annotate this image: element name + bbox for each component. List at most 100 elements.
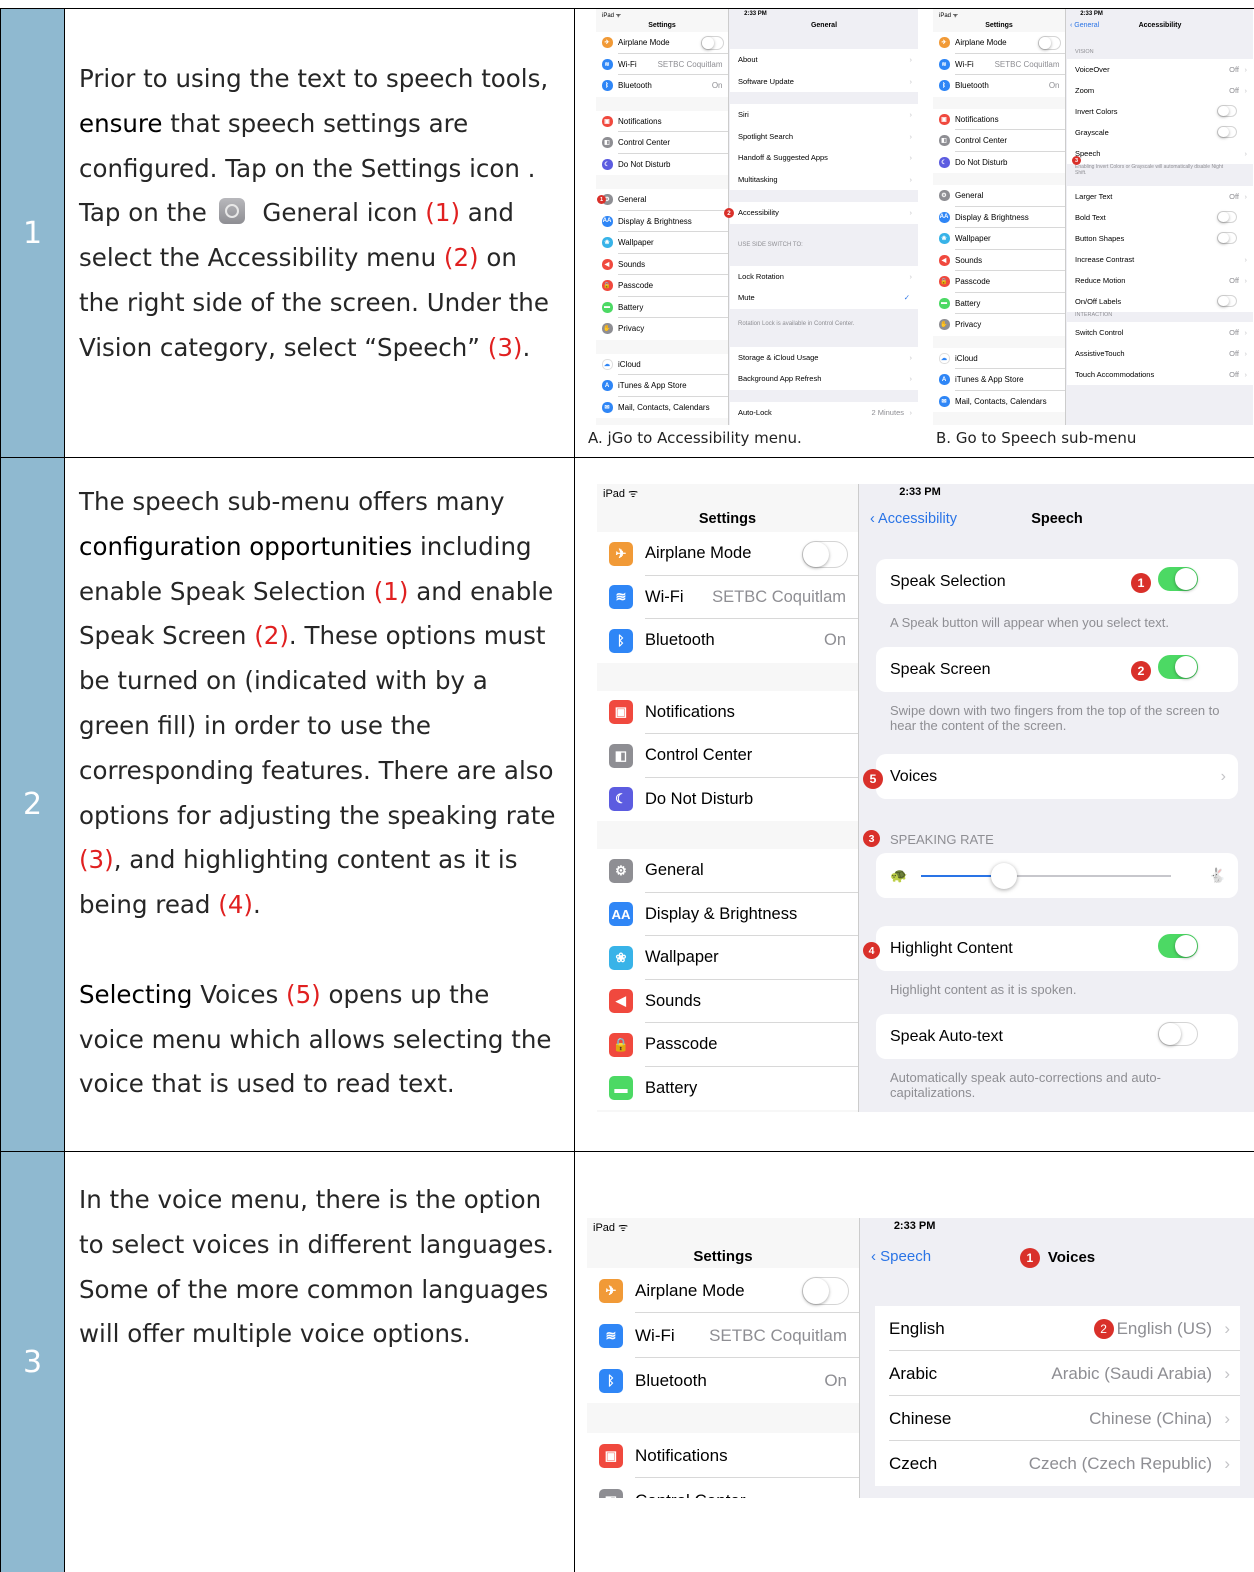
sidebar-item-bluetooth[interactable]: ᛒ Bluetooth On	[933, 75, 1065, 97]
menu-item-restrictions[interactable]: RestrictionsOn›	[730, 423, 918, 425]
voices-row[interactable]: Voices ›	[876, 754, 1238, 799]
back-button[interactable]: ‹ General	[1070, 22, 1099, 29]
sidebar-item-wi-fi[interactable]: ≋ Wi-Fi SETBC Coquitlam	[933, 53, 1065, 75]
menu-item-increase-contrast[interactable]: Increase Contrast ›	[1067, 249, 1253, 270]
sidebar-item-mail-contacts-calendars[interactable]: ✉ Mail, Contacts, Calendars	[933, 390, 1065, 412]
sidebar-item-battery[interactable]: ▬ Battery	[933, 292, 1065, 314]
sidebar-item-wi-fi[interactable]: ≋ Wi-Fi SETBC Coquitlam	[597, 575, 858, 619]
highlight-content-toggle[interactable]	[1158, 934, 1198, 958]
menu-item-larger-text[interactable]: Larger Text Off ›	[1067, 186, 1253, 207]
menu-item-handoff-suggested-apps[interactable]: Handoff & Suggested Apps ›	[730, 147, 918, 169]
sidebar-item-control-center[interactable]: ◧ Control Center	[596, 132, 728, 154]
language-row-english[interactable]: English 2 English (US) ›	[875, 1306, 1240, 1351]
button-shapes-toggle[interactable]	[1217, 232, 1237, 244]
sidebar-item-control-center[interactable]: ◧ Control Center	[597, 734, 858, 778]
sidebar-item-airplane-mode[interactable]: ✈ Airplane Mode	[587, 1268, 859, 1313]
menu-item-siri[interactable]: Siri ›	[730, 104, 918, 126]
on-off-labels-toggle[interactable]	[1217, 295, 1237, 307]
invert-colors-toggle[interactable]	[1217, 105, 1237, 117]
menu-item-invert-colors[interactable]: Invert Colors	[1067, 101, 1253, 122]
speak-selection-toggle[interactable]	[1158, 567, 1198, 591]
sidebar-item-passcode[interactable]: 🔒 Passcode	[597, 1023, 858, 1067]
menu-item-reduce-motion[interactable]: Reduce Motion Off ›	[1067, 270, 1253, 291]
menu-item-on-off-labels[interactable]: On/Off Labels	[1067, 291, 1253, 312]
sidebar-item-display-brightness[interactable]: AA Display & Brightness	[933, 206, 1065, 228]
sidebar-item-do-not-disturb[interactable]: ☾ Do Not Disturb	[596, 153, 728, 175]
sidebar-item-wallpaper[interactable]: ❀ Wallpaper	[596, 232, 728, 254]
menu-item-mute[interactable]: Mute ✓	[730, 287, 918, 309]
slider-thumb[interactable]	[991, 863, 1017, 889]
menu-item-background-app-refresh[interactable]: Background App Refresh ›	[730, 368, 918, 390]
language-row-arabic[interactable]: Arabic Arabic (Saudi Arabia) ›	[875, 1351, 1240, 1396]
menu-item-grayscale[interactable]: Grayscale	[1067, 122, 1253, 143]
sidebar-item-wi-fi[interactable]: ≋ Wi-Fi SETBC Coquitlam	[587, 1313, 859, 1358]
sidebar-item-notifications[interactable]: ▣ Notifications	[597, 690, 858, 734]
speaking-rate-slider-row[interactable]: 🐢 🐇	[876, 853, 1238, 898]
airplane-mode-toggle[interactable]	[802, 540, 849, 569]
sidebar-item-sounds[interactable]: ◀ Sounds	[596, 253, 728, 275]
speak-auto-text-toggle[interactable]	[1158, 1022, 1198, 1046]
sidebar-item-general[interactable]: ⚙ General	[596, 189, 728, 211]
sidebar-item-battery[interactable]: ▬ Battery	[597, 1066, 858, 1110]
sidebar-item-itunes-app-store[interactable]: AiTunes & App Store	[596, 375, 728, 397]
sidebar-item-display-brightness[interactable]: AA Display & Brightness	[597, 892, 858, 936]
menu-item-voiceover[interactable]: VoiceOver Off ›	[1067, 59, 1253, 80]
sidebar-item-icloud[interactable]: ☁ iCloud	[933, 347, 1065, 369]
sidebar-item-mail-contacts-calendars[interactable]: ✉ Mail, Contacts, Calendars	[596, 396, 728, 418]
menu-item-software-update[interactable]: Software Update ›	[730, 70, 918, 92]
language-row-czech[interactable]: Czech Czech (Czech Republic) ›	[875, 1441, 1240, 1486]
grayscale-toggle[interactable]	[1217, 126, 1237, 138]
menu-item-zoom[interactable]: Zoom Off ›	[1067, 80, 1253, 101]
menu-item-storage-icloud-usage[interactable]: Storage & iCloud Usage ›	[730, 346, 918, 368]
sidebar-item-general[interactable]: ⚙ General	[933, 185, 1065, 207]
sidebar-item-airplane-mode[interactable]: ✈ Airplane Mode	[596, 32, 728, 54]
sidebar-item-notifications[interactable]: ▣ Notifications	[587, 1433, 859, 1478]
speak-auto-text-row[interactable]: Speak Auto-text	[876, 1014, 1238, 1059]
highlight-content-row[interactable]: Highlight Content	[876, 926, 1238, 971]
sidebar-item-privacy[interactable]: ✋ Privacy	[933, 314, 1065, 336]
menu-item-multitasking[interactable]: Multitasking ›	[730, 168, 918, 190]
menu-item-assistivetouch[interactable]: AssistiveTouch Off ›	[1067, 343, 1253, 364]
back-button[interactable]: ‹ Speech	[871, 1248, 931, 1265]
menu-item-auto-lock[interactable]: Auto-Lock 2 Minutes ›	[730, 401, 918, 423]
sidebar-item-notifications[interactable]: ▣ Notifications	[596, 110, 728, 132]
menu-item-about[interactable]: About ›	[730, 49, 918, 71]
sidebar-item-wi-fi[interactable]: ≋ Wi-Fi SETBC Coquitlam	[596, 53, 728, 75]
menu-item-speech[interactable]: Speech ›	[1067, 143, 1253, 164]
menu-item-button-shapes[interactable]: Button Shapes	[1067, 228, 1253, 249]
sidebar-item-wallpaper[interactable]: ❀ Wallpaper	[933, 228, 1065, 250]
sidebar-item-sounds[interactable]: ◀ Sounds	[933, 249, 1065, 271]
sidebar-item-passcode[interactable]: 🔒 Passcode	[596, 275, 728, 297]
speak-screen-row[interactable]: Speak Screen	[876, 647, 1238, 692]
speak-screen-toggle[interactable]	[1158, 655, 1198, 679]
sidebar-item-itunes-app-store[interactable]: AiTunes & App Store	[933, 369, 1065, 391]
language-row-chinese[interactable]: Chinese Chinese (China) ›	[875, 1396, 1240, 1441]
sidebar-item-airplane-mode[interactable]: ✈ Airplane Mode	[933, 32, 1065, 54]
sidebar-item-battery[interactable]: ▬ Battery	[596, 296, 728, 318]
sidebar-item-do-not-disturb[interactable]: ☾ Do Not Disturb	[933, 151, 1065, 173]
sidebar-item-wallpaper[interactable]: ❀ Wallpaper	[597, 936, 858, 980]
sidebar-item-airplane-mode[interactable]: ✈ Airplane Mode	[597, 532, 858, 576]
menu-item-switch-control[interactable]: Switch Control Off ›	[1067, 322, 1253, 343]
airplane-mode-toggle[interactable]	[1038, 36, 1061, 50]
menu-item-bold-text[interactable]: Bold Text	[1067, 207, 1253, 228]
sidebar-item-sounds[interactable]: ◀ Sounds	[597, 979, 858, 1023]
sidebar-item-display-brightness[interactable]: AA Display & Brightness	[596, 210, 728, 232]
sidebar-item-passcode[interactable]: 🔒 Passcode	[933, 271, 1065, 293]
sidebar-item-notifications[interactable]: ▣ Notifications	[933, 108, 1065, 130]
airplane-mode-toggle[interactable]	[701, 36, 724, 50]
menu-item-spotlight-search[interactable]: Spotlight Search ›	[730, 125, 918, 147]
sidebar-item-control-center[interactable]: ◧ Control Center	[933, 130, 1065, 152]
back-button[interactable]: ‹ Accessibility	[870, 511, 957, 527]
sidebar-item-general[interactable]: ⚙ General	[597, 849, 858, 893]
sidebar-item-icloud[interactable]: ☁ iCloud	[596, 353, 728, 375]
sidebar-item-control-center[interactable]: ◧ Control Center	[587, 1478, 859, 1498]
sidebar-item-do-not-disturb[interactable]: ☾ Do Not Disturb	[597, 777, 858, 821]
speak-selection-row[interactable]: Speak Selection	[876, 559, 1238, 604]
sidebar-item-privacy[interactable]: ✋ Privacy	[596, 318, 728, 340]
sidebar-item-bluetooth[interactable]: ᛒ Bluetooth On	[587, 1358, 859, 1403]
airplane-mode-toggle[interactable]	[801, 1277, 849, 1306]
menu-item-lock-rotation[interactable]: Lock Rotation ›	[730, 265, 918, 287]
menu-item-touch-accommodations[interactable]: Touch Accommodations Off ›	[1067, 364, 1253, 385]
bold-text-toggle[interactable]	[1217, 211, 1237, 223]
